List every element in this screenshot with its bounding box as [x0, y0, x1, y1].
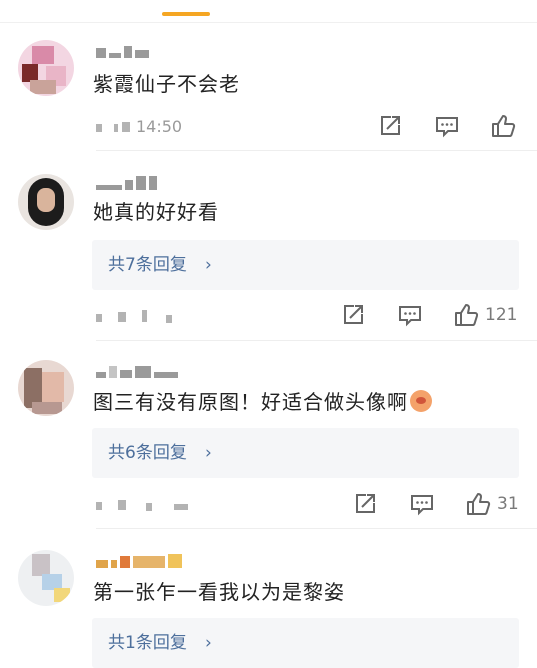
replies-count-label: 共6条回复 — [108, 443, 187, 463]
comment-actions: 121 — [0, 301, 537, 329]
avatar[interactable] — [18, 360, 74, 416]
like-button[interactable] — [490, 112, 516, 140]
comment-divider — [96, 528, 537, 529]
like-button[interactable]: 31 — [465, 490, 519, 518]
username-masked[interactable] — [96, 44, 149, 58]
like-count: 31 — [497, 494, 519, 514]
comment-text: 图三有没有原图！好适合做头像啊 — [93, 388, 432, 416]
comment-text: 紫霞仙子不会老 — [93, 72, 240, 96]
comment-button[interactable] — [409, 490, 435, 518]
comment-button[interactable] — [397, 301, 423, 329]
like-icon — [492, 115, 516, 137]
comment-icon — [436, 117, 458, 138]
username-masked[interactable] — [96, 364, 178, 378]
like-icon — [467, 493, 491, 515]
comment-text: 第一张乍一看我以为是黎姿 — [93, 580, 345, 604]
comment-icon — [399, 306, 421, 327]
like-button[interactable]: 121 — [453, 301, 517, 329]
like-icon — [455, 304, 479, 326]
comment-text: 她真的好好看 — [93, 200, 219, 224]
avatar[interactable] — [18, 174, 74, 230]
share-button[interactable] — [340, 301, 366, 329]
username-masked[interactable] — [96, 554, 182, 568]
like-count: 121 — [485, 305, 518, 325]
chevron-right-icon: › — [205, 633, 212, 653]
share-icon — [381, 116, 400, 135]
username-masked[interactable] — [96, 176, 157, 190]
comment-divider — [96, 340, 537, 341]
avatar[interactable] — [18, 40, 74, 96]
avatar[interactable] — [18, 550, 74, 606]
replies-expand-button[interactable]: 共1条回复 › — [92, 618, 519, 668]
share-button[interactable] — [352, 490, 378, 518]
share-button[interactable] — [377, 112, 403, 140]
comment-divider — [96, 150, 537, 151]
top-divider — [0, 22, 537, 23]
replies-count-label: 共1条回复 — [108, 633, 187, 653]
replies-count-label: 共7条回复 — [108, 255, 187, 275]
replies-expand-button[interactable]: 共6条回复 › — [92, 428, 519, 478]
chevron-right-icon: › — [205, 255, 212, 275]
chevron-right-icon: › — [205, 443, 212, 463]
comment-icon — [411, 495, 433, 516]
comment-actions: 31 — [0, 490, 537, 518]
comment-text-content: 图三有没有原图！好适合做头像啊 — [93, 390, 408, 414]
share-icon — [344, 305, 363, 324]
tab-indicator — [162, 12, 210, 16]
emoji-icon — [410, 390, 432, 412]
comment-actions — [0, 112, 537, 140]
share-icon — [356, 494, 375, 513]
comment-button[interactable] — [434, 112, 460, 140]
replies-expand-button[interactable]: 共7条回复 › — [92, 240, 519, 290]
